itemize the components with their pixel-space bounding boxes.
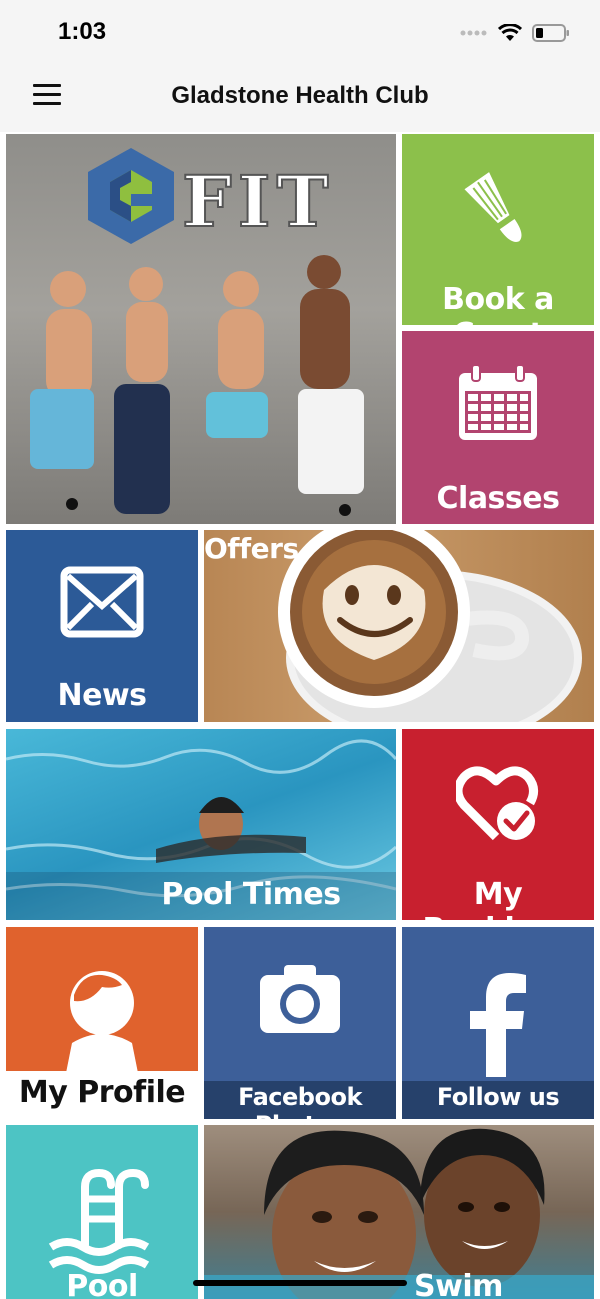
offers-label: Offers bbox=[204, 532, 299, 565]
facebook-icon bbox=[470, 973, 526, 1077]
pool-checker-tile[interactable]: Pool checker bbox=[6, 1125, 198, 1299]
book-court-tile[interactable]: Book a Court bbox=[402, 134, 594, 325]
hero-logo-text: FIT bbox=[181, 159, 335, 244]
follow-us-tile[interactable]: Follow us bbox=[402, 927, 594, 1119]
facebook-photos-tile[interactable]: Facebook Photos bbox=[204, 927, 396, 1119]
pool-ladder-icon bbox=[48, 1168, 150, 1274]
pool-checker-label: Pool checker bbox=[66, 1269, 138, 1299]
classes-label: Classes bbox=[436, 481, 560, 516]
news-tile[interactable]: News bbox=[6, 530, 198, 722]
envelope-icon bbox=[60, 566, 144, 638]
my-bookings-label: My Bookings bbox=[422, 877, 574, 920]
home-indicator bbox=[193, 1280, 407, 1286]
pool-times-label: Pool Times bbox=[161, 877, 341, 912]
book-court-label: Book a Court bbox=[442, 282, 554, 325]
shuttlecock-icon bbox=[464, 172, 522, 242]
my-bookings-tile[interactable]: My Bookings bbox=[402, 729, 594, 920]
swim-courses-tile[interactable]: Swim Courses bbox=[204, 1125, 594, 1299]
my-profile-label: My Profile bbox=[18, 1075, 186, 1110]
follow-us-label: Follow us bbox=[436, 1083, 560, 1111]
swim-courses-label: Swim Courses bbox=[414, 1269, 503, 1299]
pool-times-tile[interactable]: Pool Times bbox=[6, 729, 396, 920]
facebook-photos-label: Facebook Photos bbox=[238, 1083, 362, 1119]
classes-tile[interactable]: Classes bbox=[402, 331, 594, 524]
page-title: Gladstone Health Club bbox=[171, 82, 429, 109]
profile-icon bbox=[66, 971, 138, 1073]
offers-tile[interactable]: Offers bbox=[204, 530, 594, 722]
battery-icon bbox=[532, 24, 569, 42]
heart-check-icon bbox=[456, 766, 538, 841]
news-label: News bbox=[57, 678, 147, 713]
camera-icon bbox=[260, 965, 340, 1033]
calendar-icon bbox=[459, 364, 537, 440]
status-icons bbox=[460, 20, 570, 46]
wifi-icon bbox=[498, 24, 522, 41]
my-profile-tile[interactable]: My Profile bbox=[6, 927, 198, 1119]
status-time: 1:03 bbox=[58, 18, 107, 45]
hero-banner[interactable]: FIT bbox=[6, 134, 396, 524]
nav-bar: Gladstone Health Club bbox=[0, 62, 600, 132]
signal-icon bbox=[460, 30, 487, 36]
status-bar: 1:03 bbox=[0, 0, 600, 62]
